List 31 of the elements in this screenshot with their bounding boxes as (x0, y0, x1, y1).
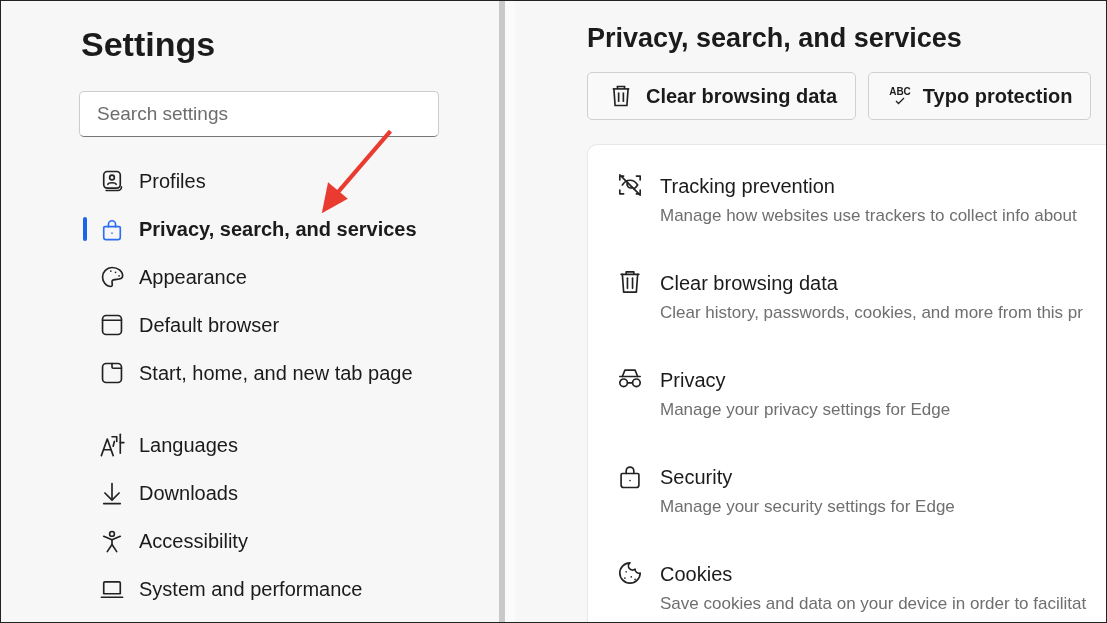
nav-icon (99, 264, 125, 290)
nav-item[interactable]: Downloads (79, 469, 499, 517)
nav-item[interactable]: System and performance (79, 565, 499, 613)
nav-item[interactable]: Appearance (79, 253, 499, 301)
setting-description: Save cookies and data on your device in order to facilitat (660, 594, 1087, 614)
nav-item[interactable]: Profiles (79, 157, 499, 205)
action-button[interactable]: Clear browsing data (587, 72, 857, 120)
nav-item[interactable]: Languages (79, 421, 499, 469)
nav-icon (99, 312, 125, 338)
setting-title[interactable]: Cookies (660, 563, 1087, 586)
nav-icon (99, 360, 125, 386)
setting-description: Clear history, passwords, cookies, and more from this pr (660, 303, 1083, 323)
nav-item[interactable]: Start, home, and new tab page (79, 349, 499, 397)
setting-description: Manage how websites use trackers to collect info about (660, 206, 1077, 226)
setting-description: Manage your security settings for Edge (660, 497, 955, 517)
nav-icon (99, 432, 125, 458)
nav-item[interactable]: Default browser (79, 301, 499, 349)
setting-title[interactable]: Clear browsing data (660, 272, 1083, 295)
setting-icon (616, 559, 644, 587)
nav-item[interactable]: Privacy, search, and services (79, 205, 499, 253)
settings-title: Settings (81, 25, 217, 64)
setting-icon (616, 171, 644, 199)
setting-title[interactable]: Tracking prevention (660, 175, 1077, 198)
setting-description: Manage your privacy settings for Edge (660, 400, 951, 420)
action-button[interactable]: ABC Typo protection (868, 72, 1092, 120)
search-field[interactable]: Search settings (79, 91, 439, 137)
nav-item[interactable]: Accessibility (79, 517, 499, 565)
setting-title[interactable]: Privacy (660, 369, 951, 392)
setting-title[interactable]: Security (660, 466, 955, 489)
page-title: Privacy, search, and services (587, 23, 963, 54)
selection-indicator (83, 217, 87, 241)
